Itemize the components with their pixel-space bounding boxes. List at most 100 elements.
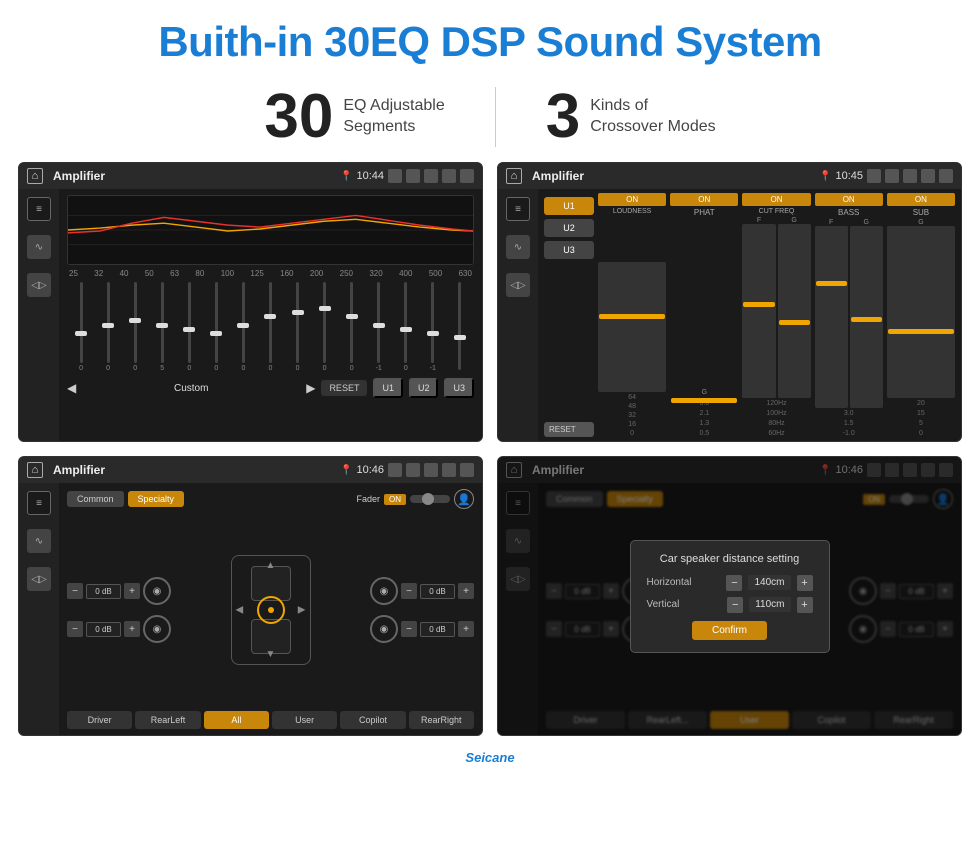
rr-minus[interactable]: − xyxy=(401,621,417,637)
close-icon xyxy=(424,169,438,183)
confirm-button[interactable]: Confirm xyxy=(692,621,767,640)
fader-label: Fader xyxy=(356,494,380,504)
home-icon-3[interactable]: ⌂ xyxy=(27,462,43,478)
home-icon[interactable]: ⌂ xyxy=(27,168,43,184)
tab-common[interactable]: Common xyxy=(67,491,124,507)
screen-content-2: ≡ ∿ ◁▷ U1 U2 U3 RESET ON LOUDNESS xyxy=(498,189,961,441)
stat-crossover-number: 3 xyxy=(546,86,580,148)
vol-icon-2[interactable]: ◁▷ xyxy=(506,273,530,297)
eq-slider-3[interactable]: 5 xyxy=(150,282,174,372)
right-arrow[interactable]: ▶ xyxy=(298,605,306,616)
all-btn[interactable]: All xyxy=(204,711,269,729)
vol-icon[interactable]: ◁▷ xyxy=(27,273,51,297)
fr-plus[interactable]: + xyxy=(458,583,474,599)
eq-slider-10[interactable]: 0 xyxy=(340,282,364,372)
eq-icon-3[interactable]: ≡ xyxy=(27,491,51,515)
eq-slider-4[interactable]: 0 xyxy=(177,282,201,372)
volume-icon-2 xyxy=(885,169,899,183)
fr-minus[interactable]: − xyxy=(401,583,417,599)
eq-slider-1[interactable]: 0 xyxy=(96,282,120,372)
person-icon: 👤 xyxy=(454,489,474,509)
vertical-plus[interactable]: + xyxy=(797,597,813,613)
horizontal-minus[interactable]: − xyxy=(726,575,742,591)
rearright-btn[interactable]: RearRight xyxy=(409,711,474,729)
location-icon-3: 📍 xyxy=(340,465,352,476)
phat-on[interactable]: ON xyxy=(670,193,738,206)
horizontal-plus[interactable]: + xyxy=(797,575,813,591)
window-icon-2 xyxy=(921,169,935,183)
screen-equalizer: ⌂ Amplifier 📍 10:44 ≡ ∿ ◁▷ xyxy=(18,162,483,442)
phat-label: PHAT xyxy=(694,208,715,217)
left-arrow[interactable]: ◀ xyxy=(236,605,244,616)
topbar-3: ⌂ Amplifier 📍 10:46 xyxy=(19,457,482,483)
tab-specialty[interactable]: Specialty xyxy=(128,491,185,507)
eq-slider-0[interactable]: 0 xyxy=(69,282,93,372)
u3-preset[interactable]: U3 xyxy=(544,241,594,259)
fader-on[interactable]: ON xyxy=(384,494,406,505)
u2-button[interactable]: U2 xyxy=(409,378,439,398)
close-icon-2 xyxy=(903,169,917,183)
u3-button[interactable]: U3 xyxy=(444,378,474,398)
eq-slider-12[interactable]: 0 xyxy=(394,282,418,372)
topbar-1: ⌂ Amplifier 📍 10:44 xyxy=(19,163,482,189)
eq-slider-9[interactable]: 0 xyxy=(313,282,337,372)
driver-btn[interactable]: Driver xyxy=(67,711,132,729)
bass-on[interactable]: ON xyxy=(815,193,883,206)
fader-track[interactable] xyxy=(410,495,450,503)
eq-slider-6[interactable]: 0 xyxy=(231,282,255,372)
loudness-on[interactable]: ON xyxy=(598,193,666,206)
topbar-title-1: Amplifier xyxy=(53,169,334,183)
u1-button[interactable]: U1 xyxy=(373,378,403,398)
fr-speaker: ◉ xyxy=(370,577,398,605)
eq-slider-14[interactable] xyxy=(448,282,472,372)
wave-icon-2[interactable]: ∿ xyxy=(506,235,530,259)
reset-button-1[interactable]: RESET xyxy=(321,380,367,396)
rr-plus[interactable]: + xyxy=(458,621,474,637)
wave-icon[interactable]: ∿ xyxy=(27,235,51,259)
topbar-icons-3: 📍 10:46 xyxy=(340,463,474,477)
eq-slider-7[interactable]: 0 xyxy=(258,282,282,372)
eq-slider-8[interactable]: 0 xyxy=(286,282,310,372)
fl-plus[interactable]: + xyxy=(124,583,140,599)
screen-sidebar-3: ≡ ∿ ◁▷ xyxy=(19,483,59,735)
front-right-channel: ◉ − 0 dB + xyxy=(370,577,474,605)
u1-preset[interactable]: U1 xyxy=(544,197,594,215)
copilot-btn[interactable]: Copilot xyxy=(340,711,405,729)
eq-icon-2[interactable]: ≡ xyxy=(506,197,530,221)
stat-eq: 30 EQ Adjustable Segments xyxy=(214,86,494,148)
vol-icon-3[interactable]: ◁▷ xyxy=(27,567,51,591)
watermark: Seicane xyxy=(0,746,980,765)
sub-label: SUB xyxy=(913,208,929,217)
dialog-overlay: Car speaker distance setting Horizontal … xyxy=(498,457,961,735)
eq-slider-5[interactable]: 0 xyxy=(204,282,228,372)
reset-cross[interactable]: RESET xyxy=(544,422,594,437)
u2-preset[interactable]: U2 xyxy=(544,219,594,237)
vertical-label: Vertical xyxy=(647,599,722,610)
rl-minus[interactable]: − xyxy=(67,621,83,637)
bass-label: BASS xyxy=(838,208,859,217)
user-btn[interactable]: User xyxy=(272,711,337,729)
fl-minus[interactable]: − xyxy=(67,583,83,599)
screen-main-2: U1 U2 U3 RESET ON LOUDNESS xyxy=(538,189,961,441)
eq-slider-2[interactable]: 0 xyxy=(123,282,147,372)
screen-speaker: ⌂ Amplifier 📍 10:46 ≡ ∿ ◁▷ xyxy=(18,456,483,736)
next-icon[interactable]: ▶ xyxy=(306,381,315,395)
rl-plus[interactable]: + xyxy=(124,621,140,637)
rear-right-channel: ◉ − 0 dB + xyxy=(370,615,474,643)
horizontal-row: Horizontal − 140cm + xyxy=(647,575,813,591)
rr-val: 0 dB xyxy=(420,622,455,637)
down-arrow[interactable]: ▼ xyxy=(266,649,276,660)
eq-icon[interactable]: ≡ xyxy=(27,197,51,221)
up-arrow[interactable]: ▲ xyxy=(266,560,276,571)
sub-on[interactable]: ON xyxy=(887,193,955,206)
vertical-minus[interactable]: − xyxy=(727,597,743,613)
home-icon-2[interactable]: ⌂ xyxy=(506,168,522,184)
location-icon-2: 📍 xyxy=(819,171,831,182)
eq-slider-11[interactable]: -1 xyxy=(367,282,391,372)
wave-icon-3[interactable]: ∿ xyxy=(27,529,51,553)
rearleft-btn[interactable]: RearLeft xyxy=(135,711,200,729)
eq-slider-13[interactable]: -1 xyxy=(421,282,445,372)
prev-icon[interactable]: ◀ xyxy=(67,381,76,395)
topbar-time-3: 10:46 xyxy=(356,464,384,476)
cutfreq-on[interactable]: ON xyxy=(742,193,810,206)
